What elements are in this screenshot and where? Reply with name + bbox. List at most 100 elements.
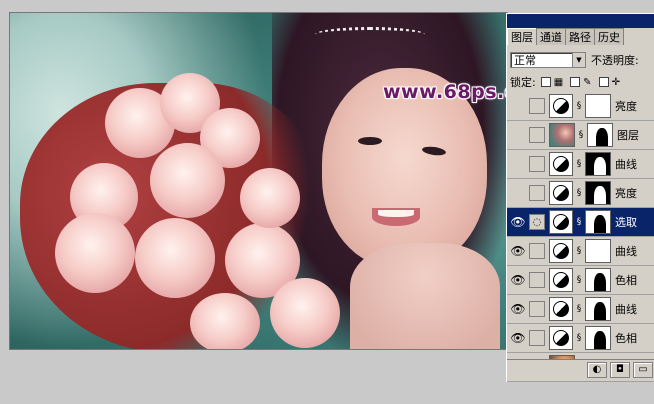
tab-paths[interactable]: 路径 xyxy=(565,28,595,45)
rose xyxy=(55,213,135,293)
layer-row[interactable]: 👁 § 曲线 xyxy=(507,237,654,266)
transparency-icon: ▦ xyxy=(553,76,564,88)
layer-row-selected[interactable]: 👁 ◌ § 选取 xyxy=(507,208,654,237)
panel-titlebar[interactable] xyxy=(507,14,654,28)
link-icon: § xyxy=(576,275,582,285)
layer-row[interactable]: § 图层 xyxy=(507,121,654,150)
layer-row[interactable]: 👁 § 色相 xyxy=(507,266,654,295)
layer-thumbnail xyxy=(549,123,575,147)
adjustment-layer-button[interactable]: ◐ xyxy=(587,361,607,378)
layer-name: 图层 xyxy=(617,129,639,142)
visibility-toggle[interactable] xyxy=(507,180,529,206)
layer-mask[interactable] xyxy=(585,297,611,321)
visibility-toggle[interactable] xyxy=(507,151,529,177)
layer-name: 亮度 xyxy=(615,100,637,113)
layer-mask[interactable] xyxy=(585,94,611,118)
left-eye xyxy=(358,137,382,145)
tab-layers[interactable]: 图层 xyxy=(507,28,537,45)
link-toggle[interactable] xyxy=(529,98,545,114)
link-toggle[interactable] xyxy=(529,301,545,317)
blend-mode-select[interactable]: 正常 ▼ xyxy=(510,52,586,68)
layer-name: 曲线 xyxy=(615,245,637,258)
link-toggle[interactable] xyxy=(529,185,545,201)
link-icon: § xyxy=(576,333,582,343)
new-group-button[interactable]: ▭ xyxy=(633,361,653,378)
adjustment-layer-icon xyxy=(549,152,573,176)
blend-mode-value: 正常 xyxy=(514,54,536,67)
layer-mask[interactable] xyxy=(585,268,611,292)
eye-icon[interactable]: 👁 xyxy=(507,209,529,235)
layer-mask[interactable] xyxy=(585,152,611,176)
panel-bottom-bar: ◐ ◘ ▭ xyxy=(507,359,654,379)
link-icon: § xyxy=(578,130,584,140)
adjustment-layer-icon xyxy=(549,94,573,118)
eye-icon[interactable]: 👁 xyxy=(507,267,529,293)
blend-row: 正常 ▼ 不透明度: xyxy=(510,51,639,69)
layer-mask[interactable] xyxy=(585,181,611,205)
link-icon: § xyxy=(576,188,582,198)
layer-name: 亮度 xyxy=(615,187,637,200)
layer-row[interactable]: 👁 § 曲线 xyxy=(507,295,654,324)
chevron-down-icon[interactable]: ▼ xyxy=(572,53,585,67)
rose xyxy=(270,278,340,348)
layer-list: § 亮度 § 图层 § 曲线 § 亮度 � xyxy=(507,92,654,382)
layer-name: 曲线 xyxy=(615,303,637,316)
eye-icon[interactable]: 👁 xyxy=(507,296,529,322)
move-icon: ✛ xyxy=(611,76,620,88)
visibility-toggle[interactable] xyxy=(507,93,529,119)
layer-row[interactable]: 👁 § 色相 xyxy=(507,324,654,353)
adjustment-layer-icon xyxy=(549,297,573,321)
eye-icon[interactable]: 👁 xyxy=(507,325,529,351)
adjustment-layer-icon xyxy=(549,326,573,350)
layer-name: 色相 xyxy=(615,274,637,287)
link-toggle[interactable] xyxy=(529,156,545,172)
mask-button[interactable]: ◘ xyxy=(610,361,630,378)
layer-row[interactable]: § 亮度 xyxy=(507,92,654,121)
rose xyxy=(150,143,225,218)
link-icon: § xyxy=(576,217,582,227)
link-icon: § xyxy=(576,304,582,314)
visibility-toggle[interactable] xyxy=(507,122,529,148)
layer-mask[interactable] xyxy=(585,326,611,350)
layer-row[interactable]: § 曲线 xyxy=(507,150,654,179)
panel-tabs: 图层 通道 路径 历史 xyxy=(507,28,654,45)
lock-transparency-checkbox[interactable] xyxy=(540,77,551,87)
link-toggle[interactable] xyxy=(529,243,545,259)
tab-history[interactable]: 历史 xyxy=(594,28,624,45)
layer-mask[interactable] xyxy=(587,123,613,147)
link-toggle[interactable] xyxy=(529,127,545,143)
layer-name: 色相 xyxy=(615,332,637,345)
layer-row[interactable]: § 亮度 xyxy=(507,179,654,208)
tiara xyxy=(315,27,425,42)
layer-mask[interactable] xyxy=(585,239,611,263)
layer-name: 选取 xyxy=(615,216,637,229)
lock-pixels-checkbox[interactable] xyxy=(570,77,581,87)
neck xyxy=(350,243,500,349)
link-icon: § xyxy=(576,159,582,169)
rose xyxy=(190,293,260,349)
layer-mask[interactable] xyxy=(585,210,611,234)
rose xyxy=(135,218,215,298)
adjustment-layer-icon xyxy=(549,268,573,292)
tab-channels[interactable]: 通道 xyxy=(536,28,566,45)
watermark: www.68ps.com xyxy=(383,81,507,103)
teeth xyxy=(378,210,414,217)
link-toggle[interactable] xyxy=(529,330,545,346)
brush-icon[interactable]: ◌ xyxy=(529,214,545,230)
eye-icon[interactable]: 👁 xyxy=(507,238,529,264)
lock-label: 锁定: xyxy=(510,76,536,89)
photo-canvas[interactable]: www.68ps.com xyxy=(10,13,507,349)
link-icon: § xyxy=(576,101,582,111)
link-icon: § xyxy=(576,246,582,256)
rose xyxy=(240,168,300,228)
layers-panel: 图层 通道 路径 历史 正常 ▼ 不透明度: 锁定: ▦ ✎ ✛ § 亮度 § xyxy=(506,13,654,382)
link-toggle[interactable] xyxy=(529,272,545,288)
lock-position-checkbox[interactable] xyxy=(598,77,609,87)
layer-name: 曲线 xyxy=(615,158,637,171)
adjustment-layer-icon xyxy=(549,181,573,205)
adjustment-layer-icon xyxy=(549,210,573,234)
brush-icon: ✎ xyxy=(583,76,592,88)
adjustment-layer-icon xyxy=(549,239,573,263)
lock-row: 锁定: ▦ ✎ ✛ xyxy=(510,74,622,90)
opacity-label: 不透明度: xyxy=(591,54,639,67)
